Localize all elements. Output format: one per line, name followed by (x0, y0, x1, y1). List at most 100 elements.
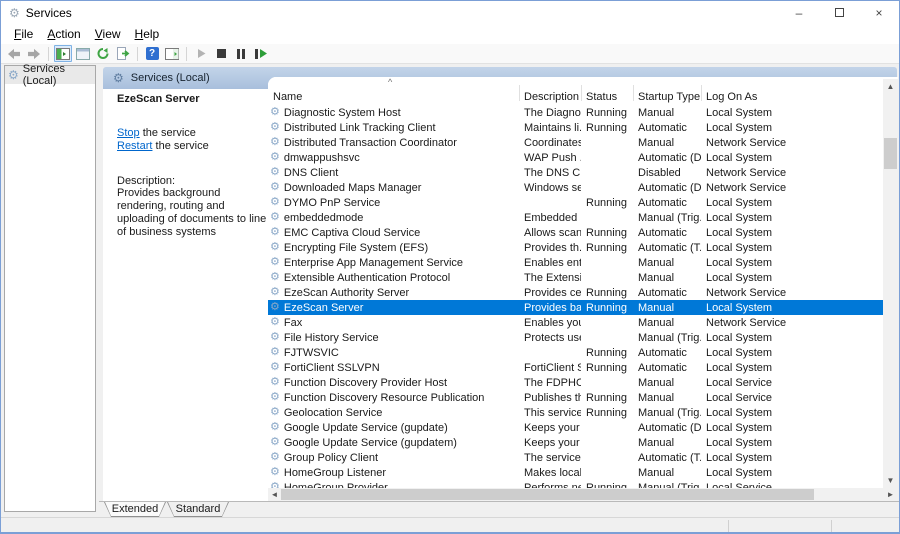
cell-startup-type: Manual (633, 107, 701, 119)
service-gear-icon: ⚙ (270, 302, 280, 313)
stop-service-button[interactable] (212, 45, 230, 62)
export-list-button[interactable] (114, 45, 132, 62)
cell-description: Enables you... (519, 317, 581, 329)
forward-button[interactable] (25, 45, 43, 62)
cell-description: Provides th... (519, 242, 581, 254)
table-row[interactable]: ⚙FortiClient SSLVPN FortiClient S... Run… (268, 360, 883, 375)
menu-help[interactable]: Help (128, 25, 167, 43)
cell-name: Function Discovery Resource Publication (284, 392, 485, 404)
service-gear-icon: ⚙ (270, 227, 280, 238)
show-console-tree-button[interactable] (54, 45, 72, 62)
cell-logonas: Local System (701, 362, 883, 374)
table-row[interactable]: ⚙HomeGroup Provider Performs ne... Runni… (268, 480, 883, 488)
services-node-icon: ⚙ (8, 69, 19, 81)
table-row[interactable]: ⚙EzeScan Authority Server Provides ce...… (268, 285, 883, 300)
table-row[interactable]: ⚙Fax Enables you... Manual Network Servi… (268, 315, 883, 330)
refresh-button[interactable] (94, 45, 112, 62)
description-label: Description: (117, 175, 262, 187)
tab-extended[interactable]: Extended (104, 502, 166, 517)
restart-service-button[interactable] (252, 45, 270, 62)
tab-standard[interactable]: Standard (167, 502, 229, 517)
table-row[interactable]: ⚙dmwappushsvc WAP Push ... Automatic (D.… (268, 150, 883, 165)
table-row[interactable]: ⚙Downloaded Maps Manager Windows se... A… (268, 180, 883, 195)
table-row[interactable]: ⚙Extensible Authentication Protocol The … (268, 270, 883, 285)
cell-description: The Extensi... (519, 272, 581, 284)
help-button[interactable]: ? (143, 45, 161, 62)
cell-description: The service ... (519, 452, 581, 464)
table-row[interactable]: ⚙Google Update Service (gupdatem) Keeps … (268, 435, 883, 450)
table-row[interactable]: ⚙Geolocation Service This service ... Ru… (268, 405, 883, 420)
table-row[interactable]: ⚙EzeScan Server Provides ba... Running M… (268, 300, 883, 315)
table-row[interactable]: ⚙Function Discovery Resource Publication… (268, 390, 883, 405)
table-row[interactable]: ⚙DNS Client The DNS Cli... Disabled Netw… (268, 165, 883, 180)
scroll-down-icon[interactable]: ▼ (883, 473, 898, 488)
column-header-startup-type[interactable]: Startup Type (633, 91, 701, 103)
back-button[interactable] (5, 45, 23, 62)
show-action-pane-button[interactable] (163, 45, 181, 62)
table-row[interactable]: ⚙Encrypting File System (EFS) Provides t… (268, 240, 883, 255)
cell-description: WAP Push ... (519, 152, 581, 164)
service-gear-icon: ⚙ (270, 422, 280, 433)
status-bar (1, 517, 899, 533)
cell-startup-type: Automatic (633, 347, 701, 359)
table-row[interactable]: ⚙EMC Captiva Cloud Service Allows scan..… (268, 225, 883, 240)
column-divider[interactable] (519, 85, 520, 101)
cell-logonas: Local System (701, 122, 883, 134)
close-button[interactable]: × (859, 1, 899, 24)
service-gear-icon: ⚙ (270, 407, 280, 418)
menu-file[interactable]: File (7, 25, 40, 43)
scroll-right-icon[interactable]: ► (884, 488, 897, 501)
horizontal-scrollbar[interactable]: ◄ ► (268, 488, 898, 501)
column-header-description[interactable]: Description (519, 91, 581, 103)
minimize-button[interactable]: – (779, 1, 819, 24)
cell-name: Function Discovery Provider Host (284, 377, 447, 389)
maximize-button[interactable] (819, 1, 859, 24)
pause-service-button[interactable] (232, 45, 250, 62)
table-row[interactable]: ⚙Google Update Service (gupdate) Keeps y… (268, 420, 883, 435)
menu-action[interactable]: Action (40, 25, 87, 43)
cell-status: Running (581, 122, 633, 134)
stop-service-link[interactable]: Stop (117, 127, 140, 139)
table-row[interactable]: ⚙HomeGroup Listener Makes local... Manua… (268, 465, 883, 480)
cell-description: Provides ba... (519, 302, 581, 314)
menu-view[interactable]: View (88, 25, 128, 43)
cell-logonas: Local System (701, 152, 883, 164)
column-divider[interactable] (701, 85, 702, 101)
table-row[interactable]: ⚙embeddedmode Embedded ... Manual (Trig.… (268, 210, 883, 225)
column-divider[interactable] (633, 85, 634, 101)
tree-item-services-local[interactable]: ⚙ Services (Local) (5, 66, 95, 84)
service-gear-icon: ⚙ (270, 362, 280, 373)
scroll-up-icon[interactable]: ▲ (883, 79, 898, 94)
column-divider[interactable] (581, 85, 582, 101)
table-row[interactable]: ⚙Distributed Transaction Coordinator Coo… (268, 135, 883, 150)
table-row[interactable]: ⚙Function Discovery Provider Host The FD… (268, 375, 883, 390)
column-header-name[interactable]: Name (268, 91, 519, 103)
table-row[interactable]: ⚙DYMO PnP Service Running Automatic Loca… (268, 195, 883, 210)
table-row[interactable]: ⚙Diagnostic System Host The Diagno... Ru… (268, 105, 883, 120)
service-gear-icon: ⚙ (270, 152, 280, 163)
service-gear-icon: ⚙ (270, 467, 280, 478)
table-row[interactable]: ⚙FJTWSVIC Running Automatic Local System (268, 345, 883, 360)
table-row[interactable]: ⚙Enterprise App Management Service Enabl… (268, 255, 883, 270)
scroll-left-icon[interactable]: ◄ (268, 488, 281, 501)
title-bar: ⚙ Services – × (1, 1, 899, 24)
restart-service-link[interactable]: Restart (117, 140, 152, 152)
horizontal-scroll-thumb[interactable] (281, 489, 814, 500)
cell-name: Fax (284, 317, 302, 329)
properties-button[interactable] (74, 45, 92, 62)
table-row[interactable]: ⚙Distributed Link Tracking Client Mainta… (268, 120, 883, 135)
table-row[interactable]: ⚙File History Service Protects use... Ma… (268, 330, 883, 345)
vertical-scrollbar[interactable]: ▲ ▼ (883, 79, 898, 488)
cell-logonas: Local System (701, 212, 883, 224)
cell-description: FortiClient S... (519, 362, 581, 374)
pause-icon (237, 49, 245, 59)
column-header-logonas[interactable]: Log On As (701, 91, 883, 103)
tree-item-label: Services (Local) (23, 63, 95, 87)
column-header-status[interactable]: Status (581, 91, 633, 103)
start-service-button[interactable] (192, 45, 210, 62)
stop-service-line: Stop the service (117, 127, 262, 140)
table-row[interactable]: ⚙Group Policy Client The service ... Aut… (268, 450, 883, 465)
vertical-scroll-thumb[interactable] (884, 138, 897, 169)
cell-startup-type: Manual (633, 302, 701, 314)
cell-description: Provides ce... (519, 287, 581, 299)
